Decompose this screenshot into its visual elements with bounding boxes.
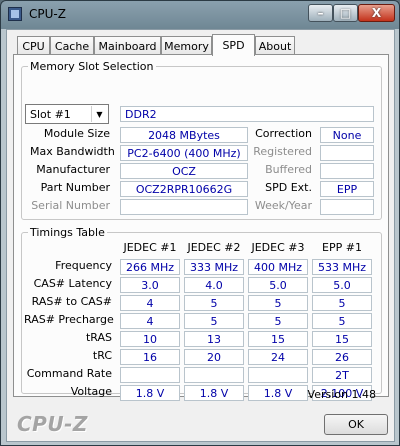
spd-ext-label: SPD Ext. <box>265 181 312 194</box>
timing-value-cell: 4.0 <box>184 277 244 293</box>
module-size-field: 2048 MBytes <box>120 127 248 143</box>
tab-about[interactable]: About <box>255 36 295 55</box>
timing-row-label: tRC <box>92 349 112 362</box>
memory-type-field: DDR2 <box>120 106 374 122</box>
tab-memory[interactable]: Memory <box>161 36 212 55</box>
timing-value-cell: 10 <box>120 331 180 347</box>
title-bar[interactable]: CPU-Z – □ X <box>1 1 399 28</box>
timing-value-cell <box>248 367 308 383</box>
cpuz-app-icon <box>8 7 22 21</box>
close-button[interactable]: X <box>358 4 395 22</box>
tab-spd[interactable]: SPD <box>212 34 255 56</box>
buffered-field <box>320 163 374 179</box>
spd-panel: Memory Slot Selection Slot #1 ▼ DDR2 Mod… <box>13 54 389 401</box>
timing-value-cell: 4 <box>120 313 180 329</box>
timing-column-header: JEDEC #3 <box>251 241 305 254</box>
window-title: CPU-Z <box>29 7 66 21</box>
timing-value-cell: 15 <box>312 331 372 347</box>
timing-row-label: Command Rate <box>26 367 112 380</box>
timing-value-cell: 266 MHz <box>120 259 180 275</box>
minimize-icon: – <box>317 6 324 20</box>
part-number-field: OCZ2RPR10662G <box>120 181 248 197</box>
correction-field: None <box>320 127 374 143</box>
chevron-down-icon[interactable]: ▼ <box>91 106 107 122</box>
timing-row-label: CAS# Latency <box>33 277 112 290</box>
timing-value-cell <box>120 367 180 383</box>
registered-field <box>320 145 374 161</box>
version-label: Version 1.48 <box>307 388 376 401</box>
buffered-label: Buffered <box>265 163 312 176</box>
timing-value-cell: 533 MHz <box>312 259 372 275</box>
week-year-label: Week/Year <box>254 199 312 212</box>
timing-value-cell: 4 <box>120 295 180 311</box>
timing-value-cell: 5 <box>312 295 372 311</box>
timing-row-label: Frequency <box>55 259 112 272</box>
timing-value-cell: 3.0 <box>120 277 180 293</box>
timing-value-cell: 5.0 <box>248 277 308 293</box>
spd-ext-field: EPP <box>320 181 374 197</box>
timing-value-cell: 333 MHz <box>184 259 244 275</box>
timing-value-cell: 2T <box>312 367 372 383</box>
max-bandwidth-label: Max Bandwidth <box>30 145 115 158</box>
timing-value-cell: 5.0 <box>312 277 372 293</box>
timing-value-cell: 15 <box>248 331 308 347</box>
close-icon: X <box>371 6 382 20</box>
part-number-label: Part Number <box>40 181 110 194</box>
timing-value-cell: 26 <box>312 349 372 365</box>
minimize-button[interactable]: – <box>308 4 333 22</box>
timing-column-header: EPP #1 <box>322 241 362 254</box>
timing-row-label: RAS# Precharge <box>24 313 114 326</box>
timing-value-cell: 1.8 V <box>184 385 244 401</box>
module-size-label: Module Size <box>43 127 110 140</box>
timing-value-cell: 400 MHz <box>248 259 308 275</box>
timing-value-cell: 24 <box>248 349 308 365</box>
timing-value-cell: 20 <box>184 349 244 365</box>
tab-cache[interactable]: Cache <box>50 36 94 55</box>
memory-slot-selection-title: Memory Slot Selection <box>30 60 154 73</box>
timing-value-cell: 1.8 V <box>120 385 180 401</box>
manufacturer-label: Manufacturer <box>36 163 110 176</box>
registered-label: Registered <box>253 145 312 158</box>
timing-value-cell: 5 <box>248 295 308 311</box>
max-bandwidth-field: PC2-6400 (400 MHz) <box>120 145 248 161</box>
manufacturer-field: OCZ <box>120 163 248 179</box>
timing-row-label: Voltage <box>70 385 112 398</box>
timings-table-title: Timings Table <box>30 226 105 239</box>
tab-strip: CPU Cache Mainboard Memory SPD About <box>13 34 393 56</box>
correction-label: Correction <box>255 127 312 140</box>
tab-cpu[interactable]: CPU <box>17 36 50 55</box>
timing-row-label: RAS# to CAS# <box>31 295 112 308</box>
serial-number-field <box>120 199 248 215</box>
timing-value-cell: 1.8 V <box>248 385 308 401</box>
tab-mainboard[interactable]: Mainboard <box>94 36 161 55</box>
serial-number-label: Serial Number <box>31 199 110 212</box>
slot-select[interactable]: Slot #1 ▼ <box>25 104 109 124</box>
timing-value-cell: 5 <box>312 313 372 329</box>
cpuz-brand-logo: CPU-Z <box>17 412 88 436</box>
timing-value-cell <box>184 367 244 383</box>
client-area: CPU Cache Mainboard Memory SPD About Mem… <box>6 29 395 442</box>
timing-column-header: JEDEC #1 <box>123 241 177 254</box>
timing-value-cell: 5 <box>184 313 244 329</box>
timing-value-cell: 16 <box>120 349 180 365</box>
timing-value-cell: 13 <box>184 331 244 347</box>
ok-button[interactable]: OK <box>324 414 388 435</box>
slot-select-value: Slot #1 <box>30 107 71 121</box>
timing-row-label: tRAS <box>85 331 112 344</box>
maximize-button[interactable]: □ <box>333 4 358 22</box>
maximize-icon: □ <box>339 6 352 20</box>
timing-value-cell: 5 <box>184 295 244 311</box>
cpuz-window: CPU-Z – □ X CPU Cache Mainboard Memory S… <box>0 0 400 446</box>
timing-column-header: JEDEC #2 <box>187 241 241 254</box>
week-year-field <box>320 199 374 215</box>
timing-value-cell: 5 <box>248 313 308 329</box>
